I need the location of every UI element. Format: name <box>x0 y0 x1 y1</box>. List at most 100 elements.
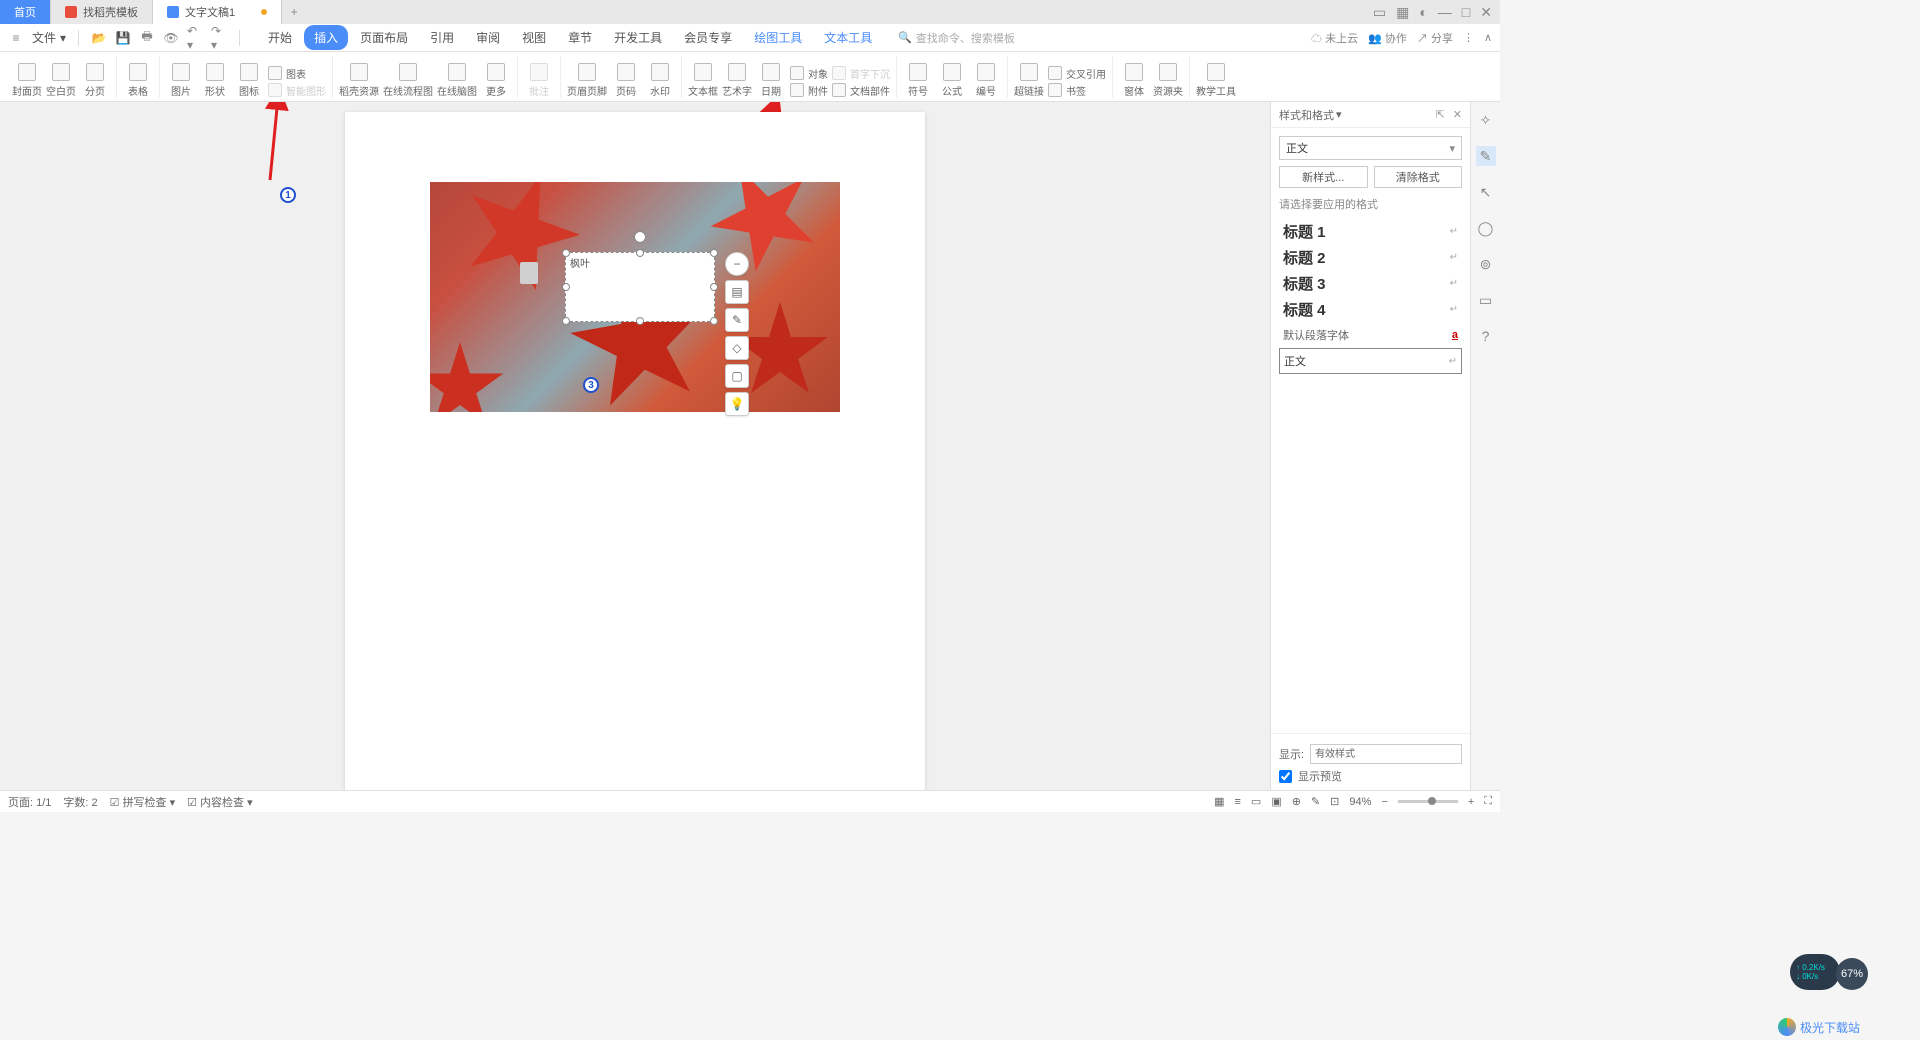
edu-button[interactable]: 教学工具 <box>1196 63 1236 98</box>
rail-book-icon[interactable]: ▭ <box>1476 290 1496 310</box>
number-button[interactable]: 编号 <box>971 63 1001 98</box>
float-fill-icon[interactable]: ◇ <box>725 336 749 360</box>
view-write-icon[interactable]: ✎ <box>1311 795 1320 808</box>
more-button[interactable]: 更多 <box>481 63 511 98</box>
zoom-out-icon[interactable]: − <box>1381 796 1387 808</box>
resize-handle[interactable] <box>710 249 718 257</box>
style-heading3[interactable]: 标题 3↵ <box>1279 270 1462 296</box>
redo-icon[interactable]: ↷ ▾ <box>211 30 227 46</box>
save-icon[interactable]: 💾 <box>115 30 131 46</box>
rail-brush-icon[interactable]: ✎ <box>1476 146 1496 166</box>
clear-format-button[interactable]: 清除格式 <box>1374 166 1463 188</box>
cover-button[interactable]: 封面页 <box>12 63 42 98</box>
close-icon[interactable]: ✕ <box>1480 4 1492 21</box>
menutab-drawtools[interactable]: 绘图工具 <box>744 25 812 50</box>
current-style-select[interactable]: 正文 <box>1279 136 1462 160</box>
style-body[interactable]: 正文↵ <box>1279 348 1462 374</box>
pane-close-icon[interactable]: ✕ <box>1453 108 1462 121</box>
preview-icon[interactable]: 👁 <box>163 30 179 46</box>
flowchart-button[interactable]: 在线流程图 <box>383 63 433 98</box>
resize-handle[interactable] <box>562 283 570 291</box>
menutab-member[interactable]: 会员专享 <box>674 25 742 50</box>
float-layout-icon[interactable]: ▤ <box>725 280 749 304</box>
rail-location-icon[interactable]: ⊚ <box>1476 254 1496 274</box>
view-outline-icon[interactable]: ≡ <box>1235 796 1241 808</box>
hyperlink-button[interactable]: 超链接 <box>1014 63 1044 98</box>
symbol-button[interactable]: 符号 <box>903 63 933 98</box>
page-indicator[interactable]: 页面: 1/1 <box>8 794 51 810</box>
style-heading1[interactable]: 标题 1↵ <box>1279 218 1462 244</box>
resize-handle[interactable] <box>562 249 570 257</box>
new-style-button[interactable]: 新样式... <box>1279 166 1368 188</box>
collapse-ribbon-icon[interactable]: ∧ <box>1484 31 1492 44</box>
resize-handle[interactable] <box>710 317 718 325</box>
zoom-fit-icon[interactable]: ⊡ <box>1330 795 1339 808</box>
layout-icon[interactable]: ▭ <box>1373 4 1386 21</box>
table-button[interactable]: 表格 <box>123 63 153 98</box>
menutab-review[interactable]: 审阅 <box>466 25 510 50</box>
cloud-status[interactable]: ☁ 未上云 <box>1311 30 1358 46</box>
maximize-icon[interactable]: □ <box>1462 4 1470 21</box>
print-icon[interactable]: 🖶 <box>139 30 155 46</box>
tab-home[interactable]: 首页 <box>0 0 51 24</box>
float-border-icon[interactable]: ▢ <box>725 364 749 388</box>
zoom-in-icon[interactable]: + <box>1468 796 1474 808</box>
shape-button[interactable]: 形状 <box>200 63 230 98</box>
resize-handle[interactable] <box>636 249 644 257</box>
fullscreen-icon[interactable]: ⛶ <box>1484 795 1492 808</box>
rail-select-icon[interactable]: ↖ <box>1476 182 1496 202</box>
open-icon[interactable]: 📂 <box>91 30 107 46</box>
equation-button[interactable]: 公式 <box>937 63 967 98</box>
minimize-icon[interactable]: — <box>1438 4 1452 21</box>
comment-button[interactable]: 批注 <box>524 63 554 98</box>
date-button[interactable]: 日期 <box>756 63 786 98</box>
view-globe-icon[interactable]: ⊕ <box>1292 795 1301 808</box>
menutab-insert[interactable]: 插入 <box>304 25 348 50</box>
watermark-button[interactable]: 水印 <box>645 63 675 98</box>
crossref-button[interactable]: 交叉引用 <box>1048 66 1106 81</box>
resize-handle[interactable] <box>562 317 570 325</box>
mindmap-button[interactable]: 在线脑图 <box>437 63 477 98</box>
tab-template[interactable]: 找稻壳模板 <box>51 0 153 24</box>
pagebreak-button[interactable]: 分页 <box>80 63 110 98</box>
textbox[interactable]: 枫叶 <box>565 252 715 322</box>
formwindow-button[interactable]: 窗体 <box>1119 63 1149 98</box>
zoom-slider[interactable] <box>1398 800 1458 803</box>
icon-button[interactable]: 图标 <box>234 63 264 98</box>
undo-icon[interactable]: ↶ ▾ <box>187 30 203 46</box>
rail-help-icon[interactable]: ? <box>1476 326 1496 346</box>
menutab-pagelayout[interactable]: 页面布局 <box>350 25 418 50</box>
share-button[interactable]: ↗ 分享 <box>1417 30 1453 46</box>
chart-button[interactable]: 图表 <box>268 66 326 81</box>
dropcap-button[interactable]: 首字下沉 <box>832 66 890 81</box>
command-search[interactable]: 🔍 查找命令、搜索模板 <box>898 30 1015 46</box>
rotate-handle-icon[interactable] <box>634 231 646 243</box>
attach-button[interactable]: 附件 <box>790 83 828 98</box>
wordart-button[interactable]: 艺术字 <box>722 63 752 98</box>
resize-handle[interactable] <box>636 317 644 325</box>
rail-style-icon[interactable]: ✧ <box>1476 110 1496 130</box>
menutab-view[interactable]: 视图 <box>512 25 556 50</box>
preview-checkbox[interactable] <box>1279 770 1292 783</box>
tab-document[interactable]: 文字文稿1 <box>153 0 282 24</box>
float-collapse-icon[interactable]: − <box>725 252 749 276</box>
bookmark-button[interactable]: 书签 <box>1048 83 1106 98</box>
style-default-para[interactable]: 默认段落字体a <box>1279 322 1462 348</box>
rail-shape-icon[interactable]: ◯ <box>1476 218 1496 238</box>
word-count[interactable]: 字数: 2 <box>63 794 97 810</box>
headerfooter-button[interactable]: 页眉页脚 <box>567 63 607 98</box>
style-heading2[interactable]: 标题 2↵ <box>1279 244 1462 270</box>
blankpage-button[interactable]: 空白页 <box>46 63 76 98</box>
pageno-button[interactable]: 页码 <box>611 63 641 98</box>
resize-handle[interactable] <box>710 283 718 291</box>
smartart-button[interactable]: 智能图形 <box>268 83 326 98</box>
file-menu[interactable]: 文件 ▾ <box>32 29 66 46</box>
docparts-button[interactable]: 文档部件 <box>832 83 890 98</box>
view-page-icon[interactable]: ▦ <box>1214 795 1224 808</box>
collab-button[interactable]: 👥 协作 <box>1368 30 1407 46</box>
menutab-start[interactable]: 开始 <box>258 25 302 50</box>
contentcheck-toggle[interactable]: ☑ 内容检查 ▾ <box>187 794 253 810</box>
menutab-section[interactable]: 章节 <box>558 25 602 50</box>
style-heading4[interactable]: 标题 4↵ <box>1279 296 1462 322</box>
pane-pin-icon[interactable]: ⇱ <box>1436 108 1445 121</box>
